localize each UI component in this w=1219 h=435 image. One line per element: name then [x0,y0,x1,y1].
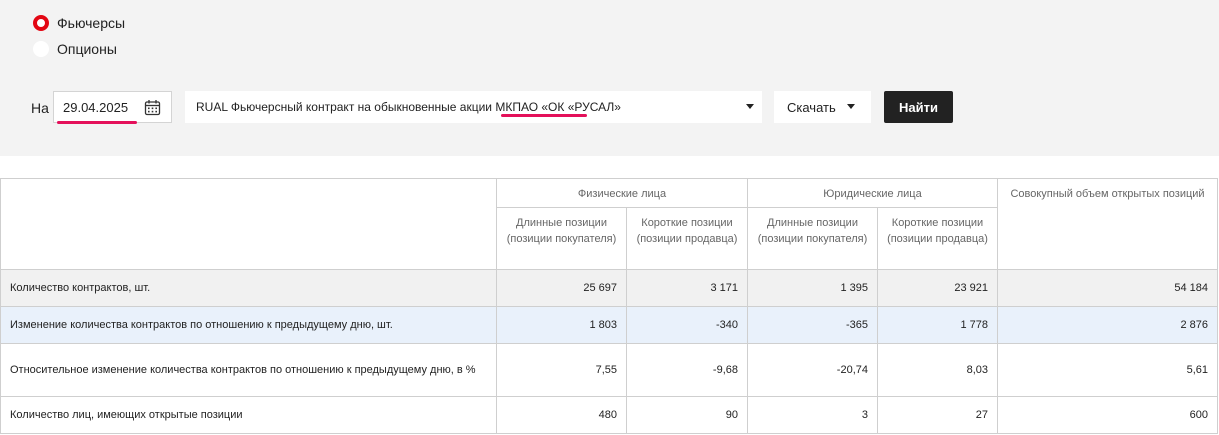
radio-futures-label: Фьючерсы [57,15,126,31]
radio-futures-indicator[interactable] [33,15,49,31]
cell-physical-long: 1 803 [496,306,627,344]
group-header-physical: Физические лица [496,178,748,208]
table-row: Относительное изменение количества контр… [0,343,1218,397]
table-row: Количество контрактов, шт. 25 697 3 171 … [0,269,1218,307]
radio-options-indicator[interactable] [33,41,49,57]
row-label: Изменение количества контрактов по отнош… [0,306,497,344]
cell-legal-short: 1 778 [877,306,998,344]
radio-options[interactable]: Опционы [33,41,117,57]
cell-total: 600 [997,396,1218,434]
cell-legal-short: 23 921 [877,269,998,307]
cell-legal-short: 27 [877,396,998,434]
cell-physical-long: 480 [496,396,627,434]
header-physical-long: Длинные позиции (позиции покупателя) [496,207,627,270]
radio-futures[interactable]: Фьючерсы [33,15,125,31]
contract-select-value: RUAL Фьючерсный контракт на обыкновенные… [196,100,621,114]
table-row: Изменение количества контрактов по отнош… [0,306,1218,344]
cell-legal-long: 3 [747,396,878,434]
header-legal-long: Длинные позиции (позиции покупателя) [747,207,878,270]
cell-legal-long: -365 [747,306,878,344]
header-legal-short: Короткие позиции (позиции продавца) [877,207,998,270]
cell-total: 2 876 [997,306,1218,344]
contract-select[interactable]: RUAL Фьючерсный контракт на обыкновенные… [185,91,762,123]
cell-physical-short: -340 [626,306,748,344]
chevron-down-icon [847,104,855,109]
table-row: Количество лиц, имеющих открытые позиции… [0,396,1218,434]
cell-total: 5,61 [997,343,1218,397]
group-header-total: Совокупный объем открытых позиций [997,178,1218,270]
cell-physical-short: 3 171 [626,269,748,307]
cell-legal-long: -20,74 [747,343,878,397]
chevron-down-icon [746,104,754,109]
contract-highlight-underline [501,114,587,117]
cell-total: 54 184 [997,269,1218,307]
download-button-label: Скачать [787,99,836,115]
open-interest-table: Физические лица Юридические лица Совокуп… [0,178,1218,434]
cell-legal-short: 8,03 [877,343,998,397]
download-button[interactable]: Скачать [774,91,871,123]
empty-header-cell [0,178,497,270]
cell-physical-short: 90 [626,396,748,434]
row-label: Относительное изменение количества контр… [0,343,497,397]
cell-physical-long: 7,55 [496,343,627,397]
row-label: Количество лиц, имеющих открытые позиции [0,396,497,434]
date-label: На [31,100,49,116]
radio-options-label: Опционы [57,41,117,57]
row-label: Количество контрактов, шт. [0,269,497,307]
cell-physical-short: -9,68 [626,343,748,397]
header-physical-short: Короткие позиции (позиции продавца) [626,207,748,270]
find-button-label: Найти [899,99,938,115]
cell-legal-long: 1 395 [747,269,878,307]
calendar-icon[interactable] [144,99,161,119]
date-highlight-underline [57,121,137,124]
filter-panel: Фьючерсы Опционы На 29.04.2025 RUAL Фьюч… [0,0,1219,156]
date-value: 29.04.2025 [63,99,129,115]
group-header-legal: Юридические лица [747,178,998,208]
date-input[interactable]: 29.04.2025 [53,91,172,123]
find-button[interactable]: Найти [884,91,953,123]
cell-physical-long: 25 697 [496,269,627,307]
